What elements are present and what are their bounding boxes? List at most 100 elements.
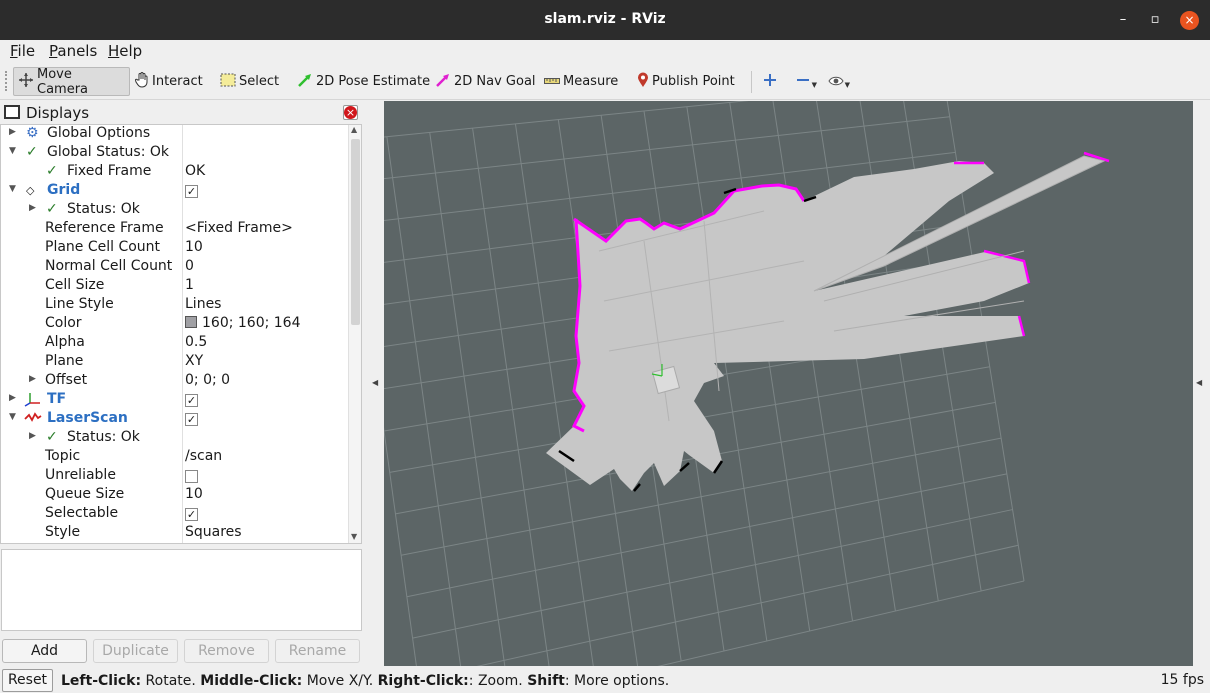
selectable-checkbox[interactable]: ✓ <box>185 508 198 521</box>
row-value[interactable]: Squares <box>185 524 242 540</box>
zoom-minus-icon <box>797 79 809 81</box>
row-label: Normal Cell Count <box>45 258 173 274</box>
tree-row-cell-size[interactable]: Cell Size 1 <box>1 277 347 296</box>
menu-help[interactable]: Help <box>108 42 142 60</box>
row-value[interactable]: Lines <box>185 296 221 312</box>
row-value[interactable]: 10 <box>185 239 203 255</box>
tree-row-color[interactable]: Color 160; 160; 164 <box>1 315 347 334</box>
hint-shift: Shift <box>527 673 565 689</box>
add-button[interactable]: Add <box>2 639 87 663</box>
row-value[interactable]: 1 <box>185 277 194 293</box>
tree-row-global-status[interactable]: ▼ ✓ Global Status: Ok <box>1 144 347 163</box>
tree-row-plane-cell-count[interactable]: Plane Cell Count 10 <box>1 239 347 258</box>
row-value[interactable]: /scan <box>185 448 222 464</box>
scroll-thumb[interactable] <box>351 139 360 325</box>
row-value[interactable]: XY <box>185 353 203 369</box>
nav-goal-button[interactable]: 2D Nav Goal <box>431 67 540 96</box>
interact-button[interactable]: Interact <box>131 67 207 96</box>
map-pin-icon <box>637 72 649 92</box>
row-value[interactable]: 160; 160; 164 <box>185 315 301 331</box>
status-bar: Reset Left-Click: Rotate. Middle-Click: … <box>0 667 1210 693</box>
row-label: Fixed Frame <box>67 163 152 179</box>
hint-right-click-text: : Zoom. <box>468 673 528 689</box>
rename-button[interactable]: Rename <box>275 639 360 663</box>
expand-arrow-icon[interactable]: ▶ <box>9 127 16 137</box>
panel-close-button[interactable] <box>343 105 358 120</box>
remove-button[interactable]: Remove <box>184 639 269 663</box>
tree-row-style[interactable]: Style Squares <box>1 524 347 543</box>
displays-title: Displays <box>26 104 90 122</box>
hint-left-click: Left-Click: <box>61 673 142 689</box>
tree-row-grid-status[interactable]: ▶ ✓ Status: Ok <box>1 201 347 220</box>
select-button[interactable]: Select <box>216 67 283 96</box>
viewport-canvas <box>384 101 1110 666</box>
close-button[interactable]: × <box>1180 11 1199 30</box>
laserscan-icon <box>24 410 42 428</box>
tree-row-reference-frame[interactable]: Reference Frame <Fixed Frame> <box>1 220 347 239</box>
zoom-out-button[interactable]: ▼ <box>791 71 817 93</box>
menu-panels[interactable]: Panels <box>49 42 97 60</box>
row-value[interactable]: 10 <box>185 486 203 502</box>
tree-row-tf[interactable]: ▶ TF ✓ <box>1 391 347 410</box>
tree-row-topic[interactable]: Topic /scan <box>1 448 347 467</box>
row-value[interactable]: 0.5 <box>185 334 207 350</box>
unreliable-checkbox[interactable] <box>185 470 198 483</box>
tree-row-selectable[interactable]: Selectable ✓ <box>1 505 347 524</box>
hand-icon <box>134 71 149 92</box>
tree-row-grid[interactable]: ▼ ◇ Grid ✓ <box>1 182 347 201</box>
publish-point-button[interactable]: Publish Point <box>633 67 739 96</box>
row-label: Color <box>45 315 82 331</box>
reset-button[interactable]: Reset <box>2 669 53 692</box>
monitor-icon <box>4 105 20 119</box>
row-value[interactable]: 0; 0; 0 <box>185 372 230 388</box>
expand-arrow-icon[interactable]: ▶ <box>29 374 36 384</box>
grid-enabled-checkbox[interactable]: ✓ <box>185 185 198 198</box>
tree-row-queue-size[interactable]: Queue Size 10 <box>1 486 347 505</box>
tree-row-laserscan-status[interactable]: ▶ ✓ Status: Ok <box>1 429 347 448</box>
ruler-icon <box>544 74 560 89</box>
tf-axes-icon <box>24 391 42 411</box>
expand-arrow-icon[interactable]: ▶ <box>29 203 36 213</box>
collapse-arrow-icon[interactable]: ▼ <box>9 146 16 156</box>
move-camera-button[interactable]: Move Camera <box>13 67 130 97</box>
toolbar-grip[interactable] <box>5 71 8 91</box>
scroll-up-icon[interactable]: ▲ <box>351 125 357 134</box>
expand-arrow-icon[interactable]: ▶ <box>9 393 16 403</box>
minimize-button[interactable]: – <box>1115 12 1131 28</box>
fps-counter: 15 fps <box>1160 672 1204 688</box>
row-value: OK <box>185 163 206 179</box>
render-viewport[interactable] <box>384 101 1193 666</box>
tree-row-line-style[interactable]: Line Style Lines <box>1 296 347 315</box>
tree-row-offset[interactable]: ▶ Offset 0; 0; 0 <box>1 372 347 391</box>
duplicate-button[interactable]: Duplicate <box>93 639 178 663</box>
tree-scrollbar[interactable]: ▲ ▼ <box>348 125 361 543</box>
collapse-arrow-icon[interactable]: ▼ <box>9 412 16 422</box>
collapse-left-panel-icon[interactable]: ◀ <box>372 378 378 387</box>
tree-row-fixed-frame[interactable]: ✓ Fixed Frame OK <box>1 163 347 182</box>
grid-line <box>657 580 1025 666</box>
view-options-button[interactable]: ▼ <box>824 71 850 93</box>
collapse-right-panel-icon[interactable]: ◀ <box>1196 378 1202 387</box>
eye-icon <box>828 76 844 86</box>
scroll-down-icon[interactable]: ▼ <box>351 532 357 541</box>
row-value[interactable]: <Fixed Frame> <box>185 220 293 236</box>
tree-row-unreliable[interactable]: Unreliable <box>1 467 347 486</box>
zoom-in-button[interactable] <box>758 71 782 93</box>
measure-button[interactable]: Measure <box>540 67 622 96</box>
collapse-arrow-icon[interactable]: ▼ <box>9 184 16 194</box>
tf-enabled-checkbox[interactable]: ✓ <box>185 394 198 407</box>
row-label: Alpha <box>45 334 85 350</box>
row-label: Selectable <box>45 505 119 521</box>
laserscan-enabled-checkbox[interactable]: ✓ <box>185 413 198 426</box>
tree-row-global-options[interactable]: ▶ ⚙ Global Options <box>1 125 347 144</box>
tree-row-plane[interactable]: Plane XY <box>1 353 347 372</box>
hint-left-click-text: Rotate. <box>141 673 201 689</box>
tree-row-alpha[interactable]: Alpha 0.5 <box>1 334 347 353</box>
tree-row-normal-cell-count[interactable]: Normal Cell Count 0 <box>1 258 347 277</box>
menu-file[interactable]: File <box>10 42 35 60</box>
maximize-button[interactable]: ▫ <box>1147 12 1163 28</box>
expand-arrow-icon[interactable]: ▶ <box>29 431 36 441</box>
row-value[interactable]: 0 <box>185 258 194 274</box>
tree-row-laserscan[interactable]: ▼ LaserScan ✓ <box>1 410 347 429</box>
pose-estimate-button[interactable]: 2D Pose Estimate <box>293 67 434 96</box>
